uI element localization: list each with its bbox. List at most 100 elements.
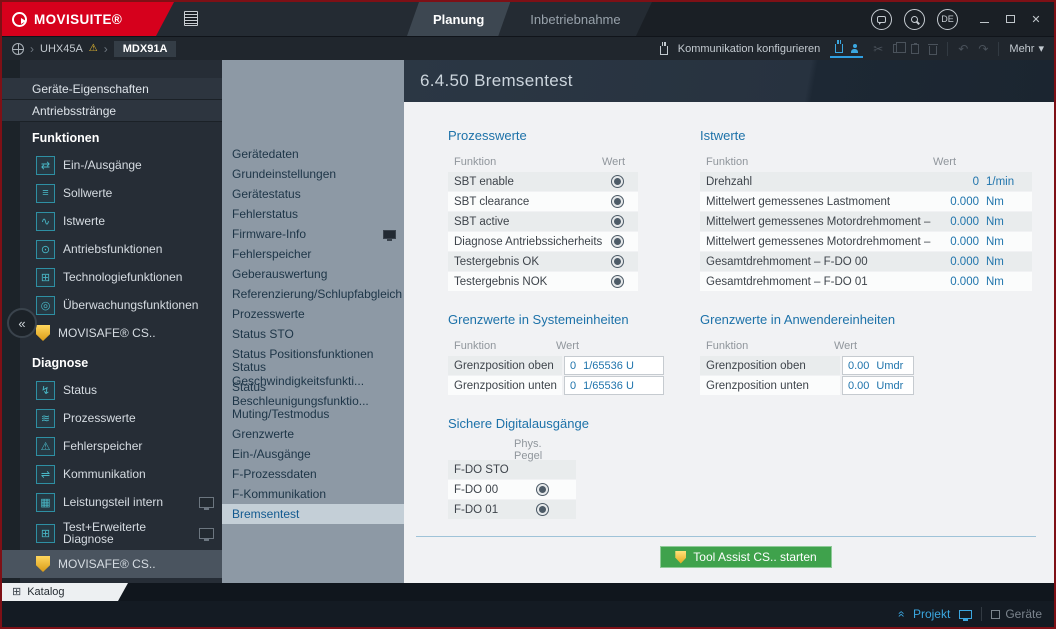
sidebar-item-antriebsfunktionen[interactable]: ⊙ Antriebsfunktionen	[2, 235, 222, 263]
collapse-panel-icon[interactable]: »	[894, 611, 908, 618]
row-value: 0.000	[933, 196, 979, 208]
sidebar-item-fehlerspeicher[interactable]: ⚠ Fehlerspeicher	[2, 432, 222, 460]
submenu-item-fehlerstatus[interactable]: Fehlerstatus	[222, 204, 404, 224]
table-row: F-DO 01	[448, 500, 576, 519]
projekt-tab[interactable]: Projekt	[913, 607, 950, 621]
submenu-item-prozesswerte[interactable]: Prozesswerte	[222, 304, 404, 324]
prozesswerte-table: Funktion Wert SBT enable SBT clearance	[448, 152, 638, 291]
tool-assist-start-label: Tool Assist CS.. starten	[693, 550, 816, 564]
safety-shield-icon	[36, 325, 50, 341]
sidebar-item-leistungsteil-intern[interactable]: ▦ Leistungsteil intern	[2, 488, 222, 516]
submenu-item-f-kommunikation[interactable]: F-Kommunikation	[222, 484, 404, 504]
sidebar-item-test-erweiterte-diagnose[interactable]: ⊞ Test+Erweiterte Diagnose	[2, 516, 222, 550]
status-indicator-icon	[611, 255, 624, 268]
submenu-item-label: F-Kommunikation	[232, 487, 326, 501]
submenu-item-label: Fehlerstatus	[232, 207, 298, 221]
submenu-item-geraetedaten[interactable]: Gerätedaten	[222, 144, 404, 164]
tab-inbetriebnahme[interactable]: Inbetriebnahme	[510, 2, 640, 36]
submenu-item-fehlerspeicher[interactable]: Fehlerspeicher	[222, 244, 404, 264]
sidebar-item-kommunikation[interactable]: ⇌ Kommunikation	[2, 460, 222, 488]
warning-icon: ⚠	[89, 43, 98, 54]
table-row: Grenzposition oben 0 1/65536 U	[448, 356, 664, 375]
column-wert: Wert	[933, 156, 1026, 168]
row-label: Gesamtdrehmoment – F-DO 00	[706, 256, 933, 268]
project-monitor-icon[interactable]	[959, 610, 972, 619]
maximize-button[interactable]	[1004, 13, 1016, 25]
sidebar-item-geraete-eigenschaften[interactable]: Geräte-Eigenschaften	[2, 78, 222, 100]
submenu-item-f-prozessdaten[interactable]: F-Prozessdaten	[222, 464, 404, 484]
breadcrumb-device-uhx45a[interactable]: UHX45A	[40, 43, 83, 55]
submenu-item-label: Firmware-Info	[232, 227, 306, 241]
sidebar-item-label: Fehlerspeicher	[63, 439, 142, 453]
setpoints-icon: ≡	[36, 184, 55, 203]
sidebar-item-istwerte[interactable]: ∿ Istwerte	[2, 207, 222, 235]
tool-assist-start-button[interactable]: Tool Assist CS.. starten	[660, 546, 831, 568]
table-row: Gesamtdrehmoment – F-DO 01 0.000 Nm	[700, 272, 1032, 291]
value-field[interactable]: 0.00 Umdr	[842, 356, 914, 375]
submenu-item-referenzierung[interactable]: Referenzierung/Schlupfabgleich	[222, 284, 404, 304]
feedback-icon[interactable]	[871, 9, 892, 30]
sidebar-item-prozesswerte[interactable]: ≋ Prozesswerte	[2, 404, 222, 432]
submenu-item-firmware-info[interactable]: Firmware-Info	[222, 224, 404, 244]
more-menu-button[interactable]: Mehr ▾	[1009, 42, 1044, 55]
table-row: Grenzposition oben 0.00 Umdr	[700, 356, 914, 375]
grenzwerte-sys-table: Funktion Wert Grenzposition oben 0 1/655…	[448, 336, 664, 395]
status-cell	[514, 503, 570, 516]
minimize-button[interactable]	[978, 13, 990, 25]
tab-planung[interactable]: Planung	[407, 2, 510, 36]
value-field[interactable]: 0 1/65536 U	[564, 376, 664, 395]
katalog-tab[interactable]: ⊞ Katalog	[2, 583, 128, 601]
sidebar-item-sollwerte[interactable]: ≡ Sollwerte	[2, 179, 222, 207]
sidebar-item-movisafe-diagnose[interactable]: MOVISAFE® CS..	[2, 550, 222, 578]
table-row: Mittelwert gemessenes Motordrehmoment – …	[700, 232, 1032, 251]
sidebar-item-label: Ein-/Ausgänge	[63, 158, 142, 172]
breadcrumb-device-mdx91a[interactable]: MDX91A	[114, 41, 177, 57]
sidebar-item-antriebsstraenge[interactable]: Antriebsstränge	[2, 100, 222, 122]
row-unit: Umdr	[876, 380, 903, 392]
submenu-item-grenzwerte[interactable]: Grenzwerte	[222, 424, 404, 444]
submenu-item-geberauswertung[interactable]: Geberauswertung	[222, 264, 404, 284]
magnifier-icon	[911, 16, 918, 23]
istwerte-table: Funktion Wert Drehzahl 0 1/min Mittelwer…	[700, 152, 1032, 291]
submenu-item-label: Grundeinstellungen	[232, 167, 336, 181]
device-badge-icon	[199, 528, 214, 539]
digitalausgaenge-table: Phys. Pegel F-DO STO F-DO 00	[448, 440, 576, 519]
row-value: 0.000	[933, 216, 979, 228]
io-icon: ⇄	[36, 156, 55, 175]
page-title: 6.4.50 Bremsentest	[420, 71, 573, 91]
geraete-tab[interactable]: Geräte	[991, 607, 1042, 621]
submenu-item-grundeinstellungen[interactable]: Grundeinstellungen	[222, 164, 404, 184]
communication-configure-label[interactable]: Kommunikation konfigurieren	[678, 43, 820, 55]
language-badge[interactable]: DE	[937, 9, 958, 30]
sidebar-collapse-button[interactable]: «	[7, 308, 37, 338]
close-button[interactable]: ✕	[1030, 13, 1042, 25]
submenu-item-status-beschleunigungsfunktionen[interactable]: Status Beschleunigungsfunktio...	[222, 384, 404, 404]
sidebar-item-status[interactable]: ↯ Status	[2, 376, 222, 404]
communication-configure-icon[interactable]	[660, 46, 668, 55]
delete-icon	[929, 46, 937, 55]
network-icon[interactable]	[12, 43, 24, 55]
tab-inbetriebnahme-label: Inbetriebnahme	[530, 12, 620, 27]
submenu-item-status-sto[interactable]: Status STO	[222, 324, 404, 344]
grenzwerte-anw-table: Funktion Wert Grenzposition oben 0.00 Um…	[700, 336, 914, 395]
value-field[interactable]: 0 1/65536 U	[564, 356, 664, 375]
sidebar-item-label: MOVISAFE® CS..	[58, 557, 156, 571]
row-label: Testergebnis NOK	[454, 276, 602, 288]
error-memory-icon: ⚠	[36, 437, 55, 456]
sidebar-item-ein-ausgaenge[interactable]: ⇄ Ein-/Ausgänge	[2, 151, 222, 179]
catalog-book-icon[interactable]	[184, 11, 198, 26]
row-label: Mittelwert gemessenes Motordrehmoment – …	[706, 216, 933, 228]
row-value: 0.00	[848, 380, 869, 392]
submenu-item-geraetestatus[interactable]: Gerätestatus	[222, 184, 404, 204]
row-digitalausgaenge: Sichere Digitalausgänge Phys. Pegel F-DO…	[448, 416, 1044, 520]
search-icon[interactable]	[904, 9, 925, 30]
column-funktion: Funktion	[706, 340, 834, 352]
toolbar-actions: Kommunikation konfigurieren ✂ ↶ ↷ Mehr ▾	[660, 39, 1044, 58]
value-field[interactable]: 0.00 Umdr	[842, 376, 914, 395]
sidebar-item-technologiefunktionen[interactable]: ⊞ Technologiefunktionen	[2, 263, 222, 291]
submenu-item-bremsentest[interactable]: Bremsentest	[222, 504, 404, 524]
submenu-item-ein-ausgaenge[interactable]: Ein-/Ausgänge	[222, 444, 404, 464]
communication-mode-toggle[interactable]	[830, 39, 863, 58]
table-row: SBT enable	[448, 172, 638, 191]
submenu-item-label: Ein-/Ausgänge	[232, 447, 311, 461]
